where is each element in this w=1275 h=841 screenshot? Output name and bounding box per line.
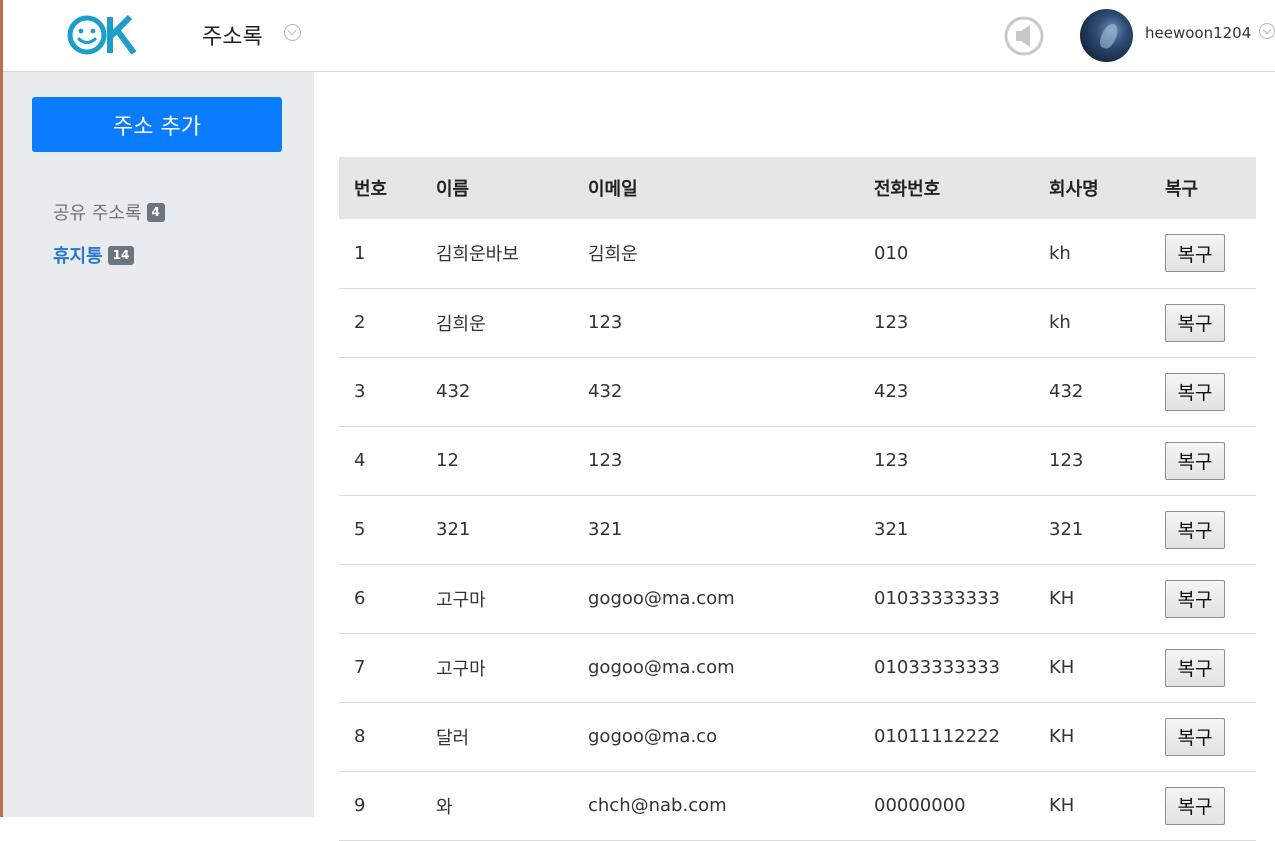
cell-email: gogoo@ma.com [588,657,735,678]
top-header: 주소록 heewoon1204 [3,0,1275,72]
page-title: 주소록 [202,25,263,50]
cell-company: kh [1049,312,1071,333]
column-header-number: 번호 [354,179,388,200]
column-header-phone: 전화번호 [874,179,941,200]
sidebar-item-label: 공유 주소록 [53,203,142,224]
sidebar: 주소 추가 공유 주소록 4 휴지통 14 [3,72,314,817]
cell-number: 7 [354,657,366,678]
restore-button[interactable]: 복구 [1165,303,1225,342]
count-badge: 14 [107,245,135,265]
avatar[interactable] [1080,9,1133,62]
cell-company: kh [1049,242,1071,264]
cell-restore: 복구 [1150,564,1256,633]
cell-phone: 01033333333 [874,657,1000,678]
cell-company: 321 [1049,519,1084,540]
restore-button[interactable]: 복구 [1165,234,1225,273]
cell-restore: 복구 [1150,633,1256,702]
restore-button[interactable]: 복구 [1165,372,1225,411]
cell-phone: 01033333333 [874,588,1000,609]
cell-restore: 복구 [1150,219,1256,288]
cell-name: 321 [436,519,471,540]
cell-email: 김희운 [588,244,638,266]
cell-name: 고구마 [436,658,486,680]
cell-phone: 123 [874,312,909,333]
cell-name: 김희운바보 [436,244,519,266]
cell-restore: 복구 [1150,771,1256,840]
username[interactable]: heewoon1204 [1145,24,1251,42]
cell-number: 6 [354,588,366,609]
restore-button[interactable]: 복구 [1165,510,1225,549]
cell-email: 321 [588,519,623,540]
cell-company: 123 [1049,450,1084,471]
ok-logo[interactable] [66,13,144,57]
speaker-icon[interactable] [1004,16,1044,56]
table-row: 9 와 chch@nab.com 00000000 KH 복구 [339,771,1256,840]
cell-number: 3 [354,381,366,402]
chevron-down-icon[interactable] [284,24,301,41]
table-row: 6 고구마 gogoo@ma.com 01033333333 KH 복구 [339,564,1256,633]
column-header-company: 회사명 [1049,179,1099,200]
cell-company: KH [1049,795,1075,816]
add-address-button[interactable]: 주소 추가 [32,97,282,152]
cell-company: KH [1049,588,1075,609]
cell-phone: 010 [874,242,909,264]
restore-button[interactable]: 복구 [1165,648,1225,687]
sidebar-item-label: 휴지통 [53,246,103,267]
restore-button[interactable]: 복구 [1165,441,1225,480]
cell-restore: 복구 [1150,495,1256,564]
cell-number: 4 [354,450,366,471]
sidebar-item-trash[interactable]: 휴지통 14 [53,242,135,268]
cell-phone: 00000000 [874,795,966,816]
table-row: 4 12 123 123 123 복구 [339,426,1256,495]
cell-number: 9 [354,795,366,816]
cell-company: KH [1049,726,1075,747]
cell-name: 달러 [436,727,470,749]
table-row: 3 432 432 423 432 복구 [339,357,1256,426]
table-row: 5 321 321 321 321 복구 [339,495,1256,564]
cell-email: 123 [588,312,623,333]
cell-email: gogoo@ma.com [588,588,735,609]
cell-phone: 423 [874,381,909,402]
cell-name: 김희운 [436,313,486,335]
cell-number: 2 [354,312,366,333]
cell-number: 1 [354,242,366,264]
sidebar-item-shared[interactable]: 공유 주소록 4 [53,199,165,225]
table-row: 1 김희운바보 김희운 010 kh 복구 [339,219,1256,288]
cell-email: 123 [588,450,623,471]
cell-email: 432 [588,381,623,402]
cell-phone: 01011112222 [874,726,1000,747]
cell-name: 12 [436,450,459,471]
cell-company: KH [1049,657,1075,678]
restore-button[interactable]: 복구 [1165,717,1225,756]
column-header-restore: 복구 [1165,179,1199,200]
table-header-row: 번호 이름 이메일 전화번호 회사명 복구 [339,157,1256,219]
table-row: 7 고구마 gogoo@ma.com 01033333333 KH 복구 [339,633,1256,702]
cell-name: 와 [436,796,453,818]
cell-restore: 복구 [1150,702,1256,771]
cell-restore: 복구 [1150,426,1256,495]
cell-name: 고구마 [436,589,486,611]
cell-name: 432 [436,381,471,402]
cell-phone: 123 [874,450,909,471]
restore-button[interactable]: 복구 [1165,579,1225,618]
table-row: 8 달러 gogoo@ma.co 01011112222 KH 복구 [339,702,1256,771]
column-header-email: 이메일 [588,179,638,200]
cell-restore: 복구 [1150,357,1256,426]
cell-company: 432 [1049,381,1084,402]
column-header-name: 이름 [436,179,470,200]
cell-number: 5 [354,519,366,540]
cell-phone: 321 [874,519,909,540]
cell-email: chch@nab.com [588,795,727,816]
cell-restore: 복구 [1150,288,1256,357]
cell-number: 8 [354,726,366,747]
trash-table: 번호 이름 이메일 전화번호 회사명 복구 1 김희운바보 김희운 010 kh 복구 2 김… [339,157,1256,841]
restore-button[interactable]: 복구 [1165,786,1225,825]
count-badge: 4 [146,202,165,222]
table-row: 2 김희운 123 123 kh 복구 [339,288,1256,357]
chevron-down-icon[interactable] [1259,23,1275,39]
cell-email: gogoo@ma.co [588,726,718,747]
